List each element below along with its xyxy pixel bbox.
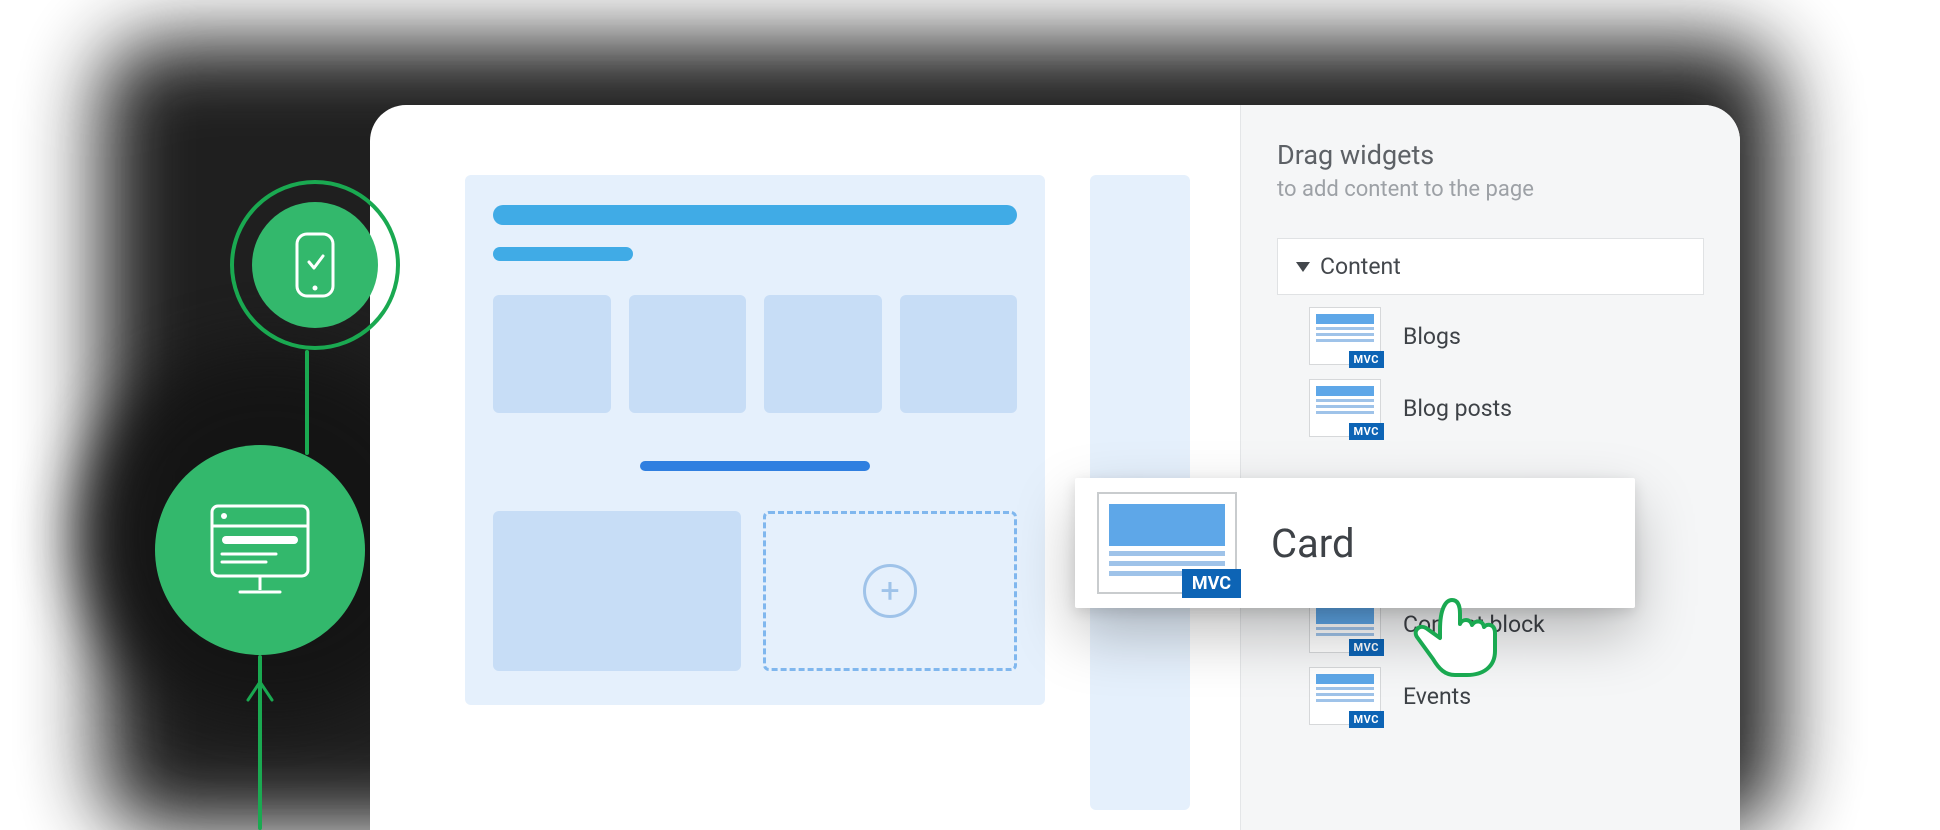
mvc-badge: MVC	[1349, 639, 1384, 656]
page-canvas[interactable]: +	[370, 105, 1240, 830]
placeholder-thumb	[900, 295, 1018, 413]
placeholder-thumb	[493, 295, 611, 413]
mvc-badge: MVC	[1349, 351, 1384, 368]
monitor-badge	[155, 445, 365, 655]
placeholder-divider	[640, 461, 870, 471]
dragging-widget-card[interactable]: MVC Card	[1075, 478, 1635, 608]
widget-item-label: Blogs	[1403, 323, 1461, 350]
cursor-hand-icon	[1400, 582, 1510, 682]
mvc-badge: MVC	[1349, 711, 1384, 728]
plus-icon: +	[880, 574, 899, 608]
placeholder-subheading	[493, 247, 633, 261]
placeholder-heading	[493, 205, 1017, 225]
widget-category-label: Content	[1320, 253, 1401, 280]
dragging-widget-label: Card	[1271, 520, 1355, 567]
smartphone-icon	[295, 232, 335, 298]
widget-mvc-icon: MVC	[1309, 379, 1381, 437]
widget-category-header[interactable]: Content	[1277, 238, 1704, 295]
phone-badge	[252, 202, 378, 328]
app-window: + Drag widgets to add content to the pag…	[370, 105, 1740, 830]
widget-item-blogs[interactable]: MVC Blogs	[1309, 307, 1704, 365]
sidebar-subtitle: to add content to the page	[1277, 177, 1704, 202]
page-preview: +	[465, 175, 1045, 705]
caret-down-icon	[1296, 262, 1310, 272]
widget-item-label: Events	[1403, 683, 1471, 710]
placeholder-thumb	[764, 295, 882, 413]
arrow-up-icon	[246, 680, 274, 708]
widget-dropzone[interactable]: +	[763, 511, 1017, 671]
monitor-icon	[206, 500, 314, 600]
widget-item-blog-posts[interactable]: MVC Blog posts	[1309, 379, 1704, 437]
widget-mvc-icon: MVC	[1097, 492, 1237, 594]
placeholder-block	[493, 511, 741, 671]
add-widget-button[interactable]: +	[863, 564, 917, 618]
mvc-badge: MVC	[1349, 423, 1384, 440]
placeholder-thumb	[629, 295, 747, 413]
widget-mvc-icon: MVC	[1309, 307, 1381, 365]
connector-line	[305, 350, 309, 455]
widget-item-label: Blog posts	[1403, 395, 1512, 422]
sidebar-title: Drag widgets	[1277, 139, 1704, 171]
mvc-badge: MVC	[1182, 569, 1241, 598]
widget-mvc-icon: MVC	[1309, 667, 1381, 725]
widget-sidebar: Drag widgets to add content to the page …	[1240, 105, 1740, 830]
